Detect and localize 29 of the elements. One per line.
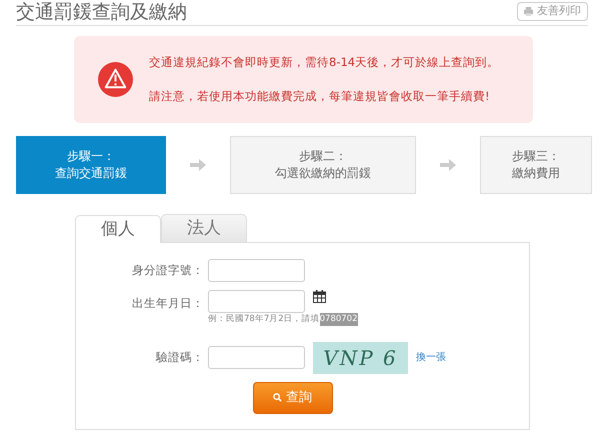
id-number-field[interactable] xyxy=(208,259,305,282)
print-button[interactable]: 友善列印 xyxy=(517,2,588,21)
step-label: 繳納費用 xyxy=(511,165,561,182)
page-title: 交通罰鍰查詢及繳納 xyxy=(16,0,187,24)
tab[interactable]: 法人 xyxy=(161,214,247,242)
captcha-field[interactable] xyxy=(208,346,305,370)
refresh-captcha-link[interactable]: 換一張 xyxy=(416,350,446,366)
step-label: 勾選欲繳納的罰鍰 xyxy=(274,165,372,182)
field-label: 驗證碼： xyxy=(154,349,204,366)
captcha-image: VNP 6 xyxy=(313,342,408,374)
alert-text: 請注意，若使用本功能繳費完成，每筆違規皆會收取一筆手續費! xyxy=(149,88,491,104)
step-title: 步驟二： xyxy=(298,148,348,165)
field-label: 身分證字號： xyxy=(131,262,204,279)
printer-icon xyxy=(524,7,533,16)
calendar-icon[interactable] xyxy=(313,290,326,303)
search-button[interactable]: 查詢 xyxy=(252,382,332,414)
arrow-icon xyxy=(440,159,456,171)
step-label: 查詢交通罰鍰 xyxy=(54,165,128,182)
alert-text: 交通違規紀錄不會即時更新，需待8-14天後，才可於線上查詢到。 xyxy=(149,54,500,72)
tab[interactable]: 個人 xyxy=(75,215,161,243)
step-title: 步驟三： xyxy=(511,148,561,165)
step-title: 步驟一： xyxy=(66,148,116,165)
hint-text: 例：民國78年7月2日，請填 xyxy=(208,313,320,326)
birth-date-field[interactable] xyxy=(208,290,305,313)
field-label: 出生年月日： xyxy=(131,295,204,312)
highlighted-text: 0780702 xyxy=(320,313,358,326)
search-icon xyxy=(273,393,282,402)
warning-icon xyxy=(98,62,133,97)
arrow-icon xyxy=(190,159,206,171)
